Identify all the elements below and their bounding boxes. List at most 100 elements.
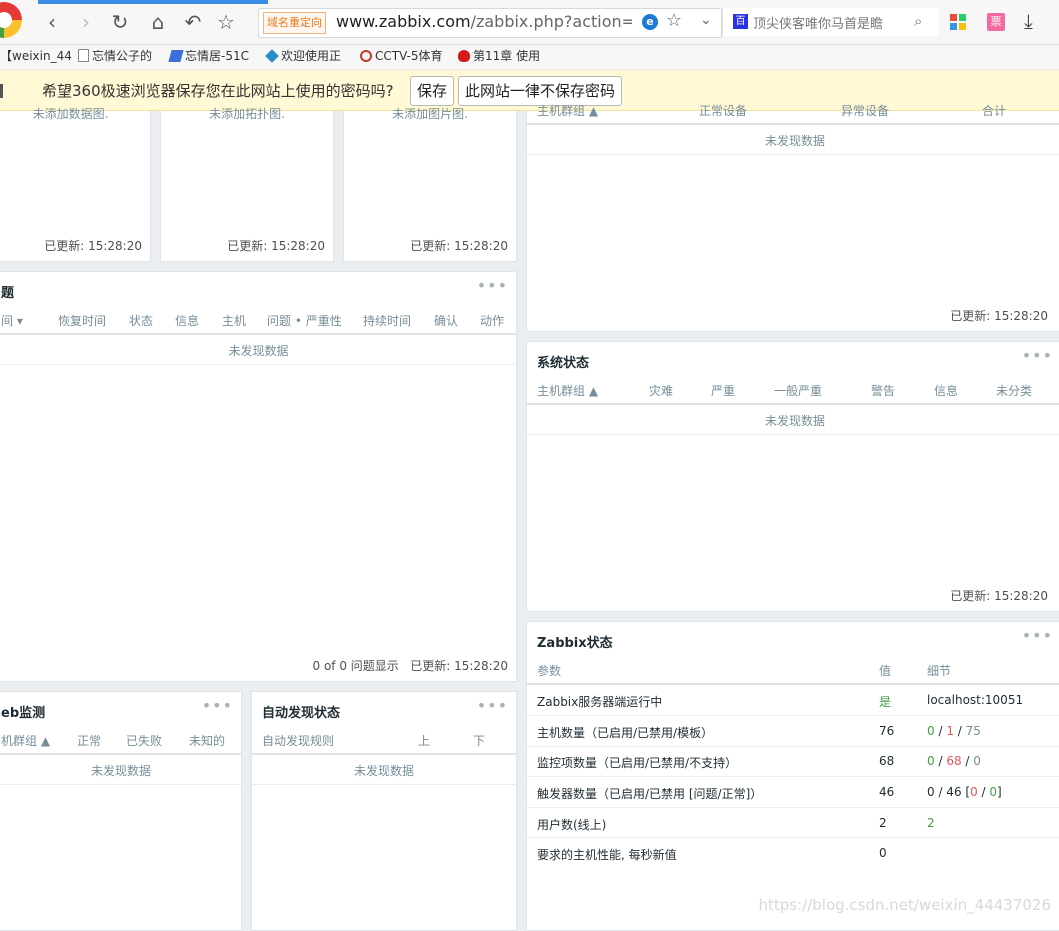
detail-cell: 0 / 1 / 75 [927,724,981,738]
column-header[interactable]: 问题 • 严重性 [267,312,342,329]
detail-cell: 2 [927,816,935,830]
widget-title: eb监测 [1,706,46,721]
widget-menu-icon[interactable]: ••• [1022,346,1053,365]
chevron-down-icon[interactable]: ⌄ [700,12,712,28]
search-icon[interactable]: ⌕ [914,12,922,30]
problems-count: 0 of 0 问题显示 [312,659,399,673]
save-password-button[interactable]: 保存 [410,76,455,106]
param-cell: 监控项数量（已启用/已禁用/不支持） [537,756,738,770]
widget-menu-icon[interactable]: ••• [477,696,508,715]
watermark-text: https://blog.csdn.net/weixin_44437026 [758,896,1051,914]
value-cell: 2 [879,816,887,830]
header-divider [0,753,241,755]
favorite-star-icon[interactable]: ☆ [666,10,682,31]
bookmark-item[interactable]: CCTV-5体育 [360,48,443,64]
ie-mode-icon[interactable]: e [642,14,658,30]
system-status-widget: 系统状态 ••• 主机群组 ▲ 灾难 严重 一般严重 警告 信息 未分类 未发现… [526,341,1059,612]
column-header[interactable]: 自动发现规则 [262,732,334,749]
bookmark-item[interactable]: 忘情公子的 [78,48,152,64]
redhat-icon [458,50,470,62]
bookmark-star-icon[interactable]: ☆ [214,10,238,34]
widget-menu-icon[interactable]: ••• [1022,626,1053,645]
problems-widget: 题 ••• 间 ▾ 恢复时间 状态 信息 主机 问题 • 严重性 持续时间 确认… [0,271,517,682]
column-header[interactable]: 恢复时间 [58,312,106,329]
header-divider [252,753,516,755]
widget-menu-icon[interactable]: ••• [477,276,508,295]
column-header: 未分类 [996,384,1033,398]
row-divider [527,434,1059,435]
column-header[interactable]: 间 ▾ [1,312,23,329]
widget-title: 系统状态 [537,356,590,371]
home-icon[interactable]: ⌂ [146,10,170,34]
bookmark-item[interactable]: 忘情居-51C [168,48,249,64]
back-icon[interactable]: ‹ [40,10,64,34]
row-divider [0,364,516,365]
detail-cell: 0 / 46 [0 / 0] [927,785,1002,799]
cctv-icon [360,50,372,62]
row-divider [527,715,1059,716]
column-header: 状态 [129,314,154,328]
reload-icon[interactable]: ↻ [108,10,132,34]
detail-cell: localhost:10051 [927,693,1024,707]
row-divider [252,784,516,785]
widget-cut-text: 未添加图片图. [392,107,468,121]
updated-time: 已更新: 15:28:20 [44,239,142,253]
graph-widget: 未添加数据图. 已更新: 15:28:20 [0,107,151,262]
zabbix-status-widget: Zabbix状态 ••• 参数 值 细节 Zabbix服务器端运行中 是 loc… [526,621,1059,931]
bookmark-item[interactable]: 第11章 使用 [458,48,540,64]
box-icon [265,49,279,63]
row-divider [527,837,1059,838]
undo-icon[interactable]: ↶ [181,10,205,34]
column-header: 已失败 [126,734,163,748]
column-header[interactable]: 主机群组 ▲ [537,102,598,119]
column-header: 确认 [434,314,459,328]
password-prompt-text: 希望360极速浏览器保存您在此网站上使用的密码吗? [42,82,394,100]
baidu-logo-icon[interactable]: 百 [733,14,748,29]
map-widget: 未添加拓扑图. 已更新: 15:28:20 [160,107,334,262]
header-divider [0,333,516,335]
host-status-widget: 主机群组 ▲ 正常设备 异常设备 合计 未发现数据 已更新: 15:28:20 [526,104,1059,332]
forward-icon[interactable]: › [74,10,98,34]
column-header[interactable]: 主机 [222,312,246,329]
column-header: 信息 [934,384,959,398]
widget-title: 题 [1,286,15,301]
column-header: 信息 [175,314,200,328]
row-divider [527,807,1059,808]
no-data-text: 未发现数据 [228,344,289,358]
column-header: 动作 [480,314,505,328]
no-data-text: 未发现数据 [764,414,825,428]
download-icon[interactable]: ⤓ [1024,9,1033,33]
param-cell: 用户数(线上) [537,818,607,832]
bookmark-item[interactable]: 欢迎使用正 [265,48,341,64]
column-header: 合计 [982,104,1007,118]
apps-grid-icon[interactable] [950,14,966,30]
column-header: 警告 [871,384,896,398]
updated-time: 已更新: 15:28:20 [950,589,1048,603]
value-cell: 76 [879,724,895,738]
search-suggestion[interactable]: 顶尖侠客唯你马首是瞻 [753,13,883,32]
tab-loading-bar [38,0,268,4]
column-header: 一般严重 [774,384,823,398]
param-cell: Zabbix服务器端运行中 [537,695,663,709]
value-cell: 46 [879,785,895,799]
param-cell: 要求的主机性能, 每秒新值 [537,848,677,862]
row-divider [527,746,1059,747]
discovery-status-widget: 自动发现状态 ••• 自动发现规则 上 下 未发现数据 [251,691,517,931]
url-host: www.zabbix.com [336,12,471,31]
row-divider [527,154,1059,155]
widget-menu-icon[interactable]: ••• [202,696,233,715]
column-header[interactable]: 机群组 ▲ [1,732,50,749]
widget-title: 自动发现状态 [262,706,341,721]
ticket-icon[interactable]: 票 [987,13,1005,31]
header-divider [527,403,1059,405]
column-header: 持续时间 [363,314,412,328]
domain-redirect-tag[interactable]: 域名重定向 [263,12,326,34]
url-text[interactable]: www.zabbix.com/zabbix.php?action=das [336,11,632,33]
bookmark-item[interactable]: 【weixin_44 [0,48,72,64]
column-header: 异常设备 [841,104,890,118]
updated-time: 已更新: 15:28:20 [410,659,508,673]
row-divider [0,784,241,785]
detail-cell: 0 / 68 / 0 [927,754,981,768]
column-header[interactable]: 主机群组 ▲ [537,382,598,399]
column-header: 上 [418,734,431,748]
